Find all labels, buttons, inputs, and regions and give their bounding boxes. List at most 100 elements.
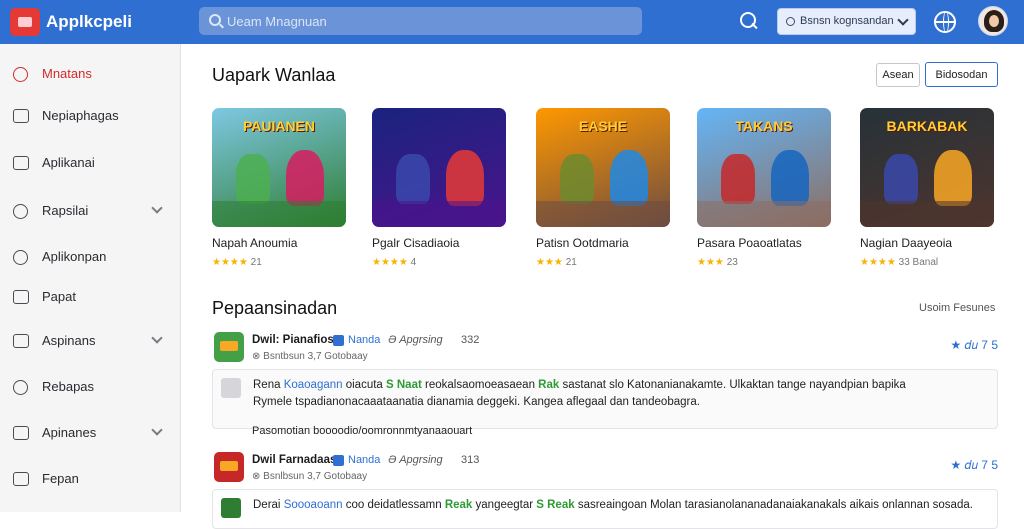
verified-badge-icon bbox=[333, 455, 344, 466]
quote-icon bbox=[221, 498, 241, 518]
sidebar-item-6[interactable]: Papat bbox=[0, 279, 180, 315]
rating-count: 21 bbox=[250, 257, 262, 268]
game-ground-art bbox=[372, 201, 506, 227]
game-art-title: BARKABAK bbox=[886, 118, 968, 134]
verified-badge-icon bbox=[333, 335, 344, 346]
table-icon bbox=[13, 334, 29, 348]
sidebar-item-7[interactable]: Aspinans bbox=[0, 323, 180, 359]
game-rating: ★★★★ 4 bbox=[372, 257, 416, 268]
game-ground-art bbox=[860, 201, 994, 227]
game-thumbnail[interactable]: PAUIANEN bbox=[212, 108, 346, 227]
square-icon bbox=[13, 290, 29, 304]
game-ground-art bbox=[536, 201, 670, 227]
page-title: Uapark Wanlaa bbox=[212, 65, 336, 85]
search-button-icon[interactable] bbox=[740, 12, 758, 30]
sidebar-item-label: Papat bbox=[42, 289, 76, 304]
rating-count: 33 Banal bbox=[898, 257, 939, 268]
game-thumbnail[interactable]: BARKABAK bbox=[860, 108, 994, 227]
sidebar-item-label: Nepiaphagas bbox=[42, 108, 119, 123]
game-name[interactable]: Napah Anoumia bbox=[212, 236, 297, 250]
sidebar-item-4[interactable]: Rapsilai bbox=[0, 193, 180, 229]
reviewer-tag[interactable]: Nanda bbox=[348, 334, 380, 346]
sidebar-item-8[interactable]: Rebapas bbox=[0, 369, 180, 405]
sidebar-item-home[interactable]: Mnatans bbox=[0, 56, 180, 92]
sidebar-item-9[interactable]: Apinanes bbox=[0, 415, 180, 451]
sidebar-item-label: Apinanes bbox=[42, 425, 97, 440]
game-name[interactable]: Patisn Ootdmaria bbox=[536, 236, 629, 250]
game-rating: ★★★ 21 bbox=[536, 257, 577, 268]
message-icon bbox=[13, 156, 29, 170]
search-box[interactable] bbox=[199, 7, 642, 35]
settings-icon bbox=[13, 380, 28, 395]
review-score: ★ 𝑑𝑢 7 5 bbox=[950, 338, 999, 352]
game-character-art bbox=[721, 154, 755, 204]
rating-count: 21 bbox=[565, 257, 577, 268]
chat-bubble-icon bbox=[13, 204, 28, 219]
sidebar-item-label: Aplikanai bbox=[42, 155, 95, 170]
game-card[interactable]: PAUIANEN Napah Anoumia ★★★★ 21 bbox=[212, 108, 346, 268]
game-card[interactable]: Pgalr Cisadiaoia ★★★★ 4 bbox=[372, 108, 506, 268]
game-character-art bbox=[610, 150, 648, 206]
game-art-title: TAKANS bbox=[735, 118, 793, 134]
search-input[interactable] bbox=[227, 11, 627, 31]
game-character-art bbox=[884, 154, 918, 204]
game-name[interactable]: Pasara Poaoatlatas bbox=[697, 236, 802, 250]
document-icon bbox=[13, 472, 29, 486]
quote-icon bbox=[221, 378, 241, 398]
reviewer-name[interactable]: Dwil Farnadaas bbox=[252, 454, 336, 466]
game-character-art bbox=[446, 150, 484, 206]
sidebar-item-2[interactable]: Nepiaphagas bbox=[0, 98, 180, 134]
game-character-art bbox=[560, 154, 594, 204]
chevron-down-icon bbox=[151, 332, 163, 344]
sidebar-item-label: Rapsilai bbox=[42, 203, 89, 218]
sidebar: Mnatans Nepiaphagas Aplikanai Rapsilai A… bbox=[0, 44, 181, 512]
game-art-title: PAUIANEN bbox=[242, 118, 316, 134]
search-icon bbox=[786, 17, 795, 26]
app-icon[interactable] bbox=[214, 332, 244, 362]
review-count: 313 bbox=[461, 454, 480, 466]
chevron-down-icon bbox=[897, 14, 909, 26]
star-rating-icon: ★★★★ bbox=[860, 257, 896, 268]
game-name[interactable]: Nagian Daayeoia bbox=[860, 236, 952, 250]
game-thumbnail[interactable] bbox=[372, 108, 506, 227]
reviewer-name[interactable]: Dwil: Pianafios bbox=[252, 334, 334, 346]
top-bar: Applkcpeli Bsnsn kognsandan bbox=[0, 0, 1024, 44]
sidebar-item-label: Aplikonpan bbox=[42, 249, 107, 264]
app-logo[interactable] bbox=[10, 8, 40, 36]
review-body: Rena Koaoagann oiacuta S Naat reokalsaom… bbox=[212, 369, 998, 429]
browse-button[interactable]: Bidosodan bbox=[925, 62, 998, 87]
app-icon[interactable] bbox=[214, 452, 244, 482]
reviewer-tag[interactable]: Nanda bbox=[348, 454, 380, 466]
section-link[interactable]: Usoim Fesunes bbox=[919, 302, 995, 314]
review-date: ⊗ Bsntbsun 3,7 Gotobaay bbox=[252, 351, 368, 362]
search-icon bbox=[209, 14, 221, 26]
chevron-down-icon bbox=[151, 424, 163, 436]
review-text-line: Rena Koaoagann oiacuta S Naat reokalsaom… bbox=[253, 379, 906, 391]
game-character-art bbox=[934, 150, 972, 206]
game-thumbnail[interactable]: TAKANS bbox=[697, 108, 831, 227]
game-card[interactable]: EASHE Patisn Ootdmaria ★★★ 21 bbox=[536, 108, 670, 268]
game-thumbnail[interactable]: EASHE bbox=[536, 108, 670, 227]
globe-icon[interactable] bbox=[934, 11, 956, 33]
sidebar-item-label: Aspinans bbox=[42, 333, 96, 348]
sidebar-item-3[interactable]: Aplikanai bbox=[0, 145, 180, 181]
review-text-line: Rymele tspadianonacaaataanatia dianamia … bbox=[253, 396, 700, 408]
sidebar-item-5[interactable]: Aplikonpan bbox=[0, 239, 180, 275]
sidebar-item-label: Fepan bbox=[42, 471, 79, 486]
review-score: ★ 𝑑𝑢 7 5 bbox=[950, 458, 999, 472]
review-footer: Pasomotian boooodio/oomronnmtyanaaouart bbox=[252, 425, 473, 437]
sidebar-item-10[interactable]: Fepan bbox=[0, 461, 180, 497]
account-select[interactable]: Bsnsn kognsandan bbox=[777, 8, 916, 35]
chevron-down-icon bbox=[151, 202, 163, 214]
game-character-art bbox=[286, 150, 324, 206]
chat-bubble-icon bbox=[13, 250, 28, 265]
star-rating-icon: ★★★★ bbox=[372, 257, 408, 268]
game-card[interactable]: TAKANS Pasara Poaoatlatas ★★★ 23 bbox=[697, 108, 831, 268]
game-name[interactable]: Pgalr Cisadiaoia bbox=[372, 236, 459, 250]
star-rating-icon: ★★★ bbox=[697, 257, 724, 268]
game-character-art bbox=[771, 150, 809, 206]
game-card[interactable]: BARKABAK Nagian Daayeoia ★★★★ 33 Banal bbox=[860, 108, 994, 268]
avatar[interactable] bbox=[978, 6, 1008, 36]
chat-bubble-icon bbox=[13, 67, 28, 82]
apply-button[interactable]: Asean bbox=[876, 63, 920, 87]
